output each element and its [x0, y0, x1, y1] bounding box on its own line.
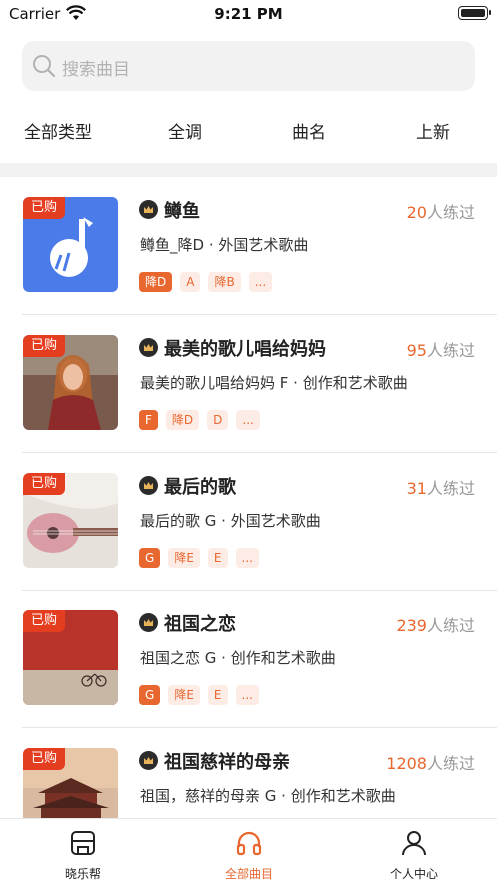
song-title: 祖国慈祥的母亲: [164, 752, 290, 773]
key-tags: G 降E E ...: [139, 685, 259, 705]
key-tag-more[interactable]: ...: [235, 685, 259, 705]
crown-icon: [139, 338, 158, 357]
search-bar[interactable]: 搜索曲目: [22, 41, 475, 91]
crown-icon: [139, 751, 158, 770]
song-title: 祖国之恋: [164, 614, 236, 635]
song-title: 最美的歌儿唱给妈妈: [164, 339, 326, 360]
song-cover: 已购: [23, 610, 118, 705]
person-icon: [402, 831, 426, 856]
song-item[interactable]: 已购 祖国之恋 239人练过 祖国之恋 G · 创作和艺术歌曲 G 降E E .…: [0, 590, 497, 728]
practice-count-number: 1208: [386, 754, 427, 773]
practice-count-number: 239: [396, 616, 427, 635]
practice-count-suffix: 人练过: [426, 203, 475, 222]
tab-label: 全部曲目: [224, 867, 273, 881]
song-item[interactable]: 已购 最后的歌 31人练过 最后的歌 G · 外国艺术歌曲 G 降E E ...: [0, 453, 497, 591]
practice-count-suffix: 人练过: [426, 754, 475, 773]
practice-count-suffix: 人练过: [426, 616, 475, 635]
tab-xiaoyuebang[interactable]: 晓乐帮: [0, 819, 166, 883]
practice-count: 239人练过: [396, 612, 475, 636]
search-placeholder: 搜索曲目: [62, 60, 130, 80]
key-tag[interactable]: F: [139, 410, 158, 430]
crown-icon: [139, 200, 158, 219]
song-cover: 已购: [23, 473, 118, 568]
clock: 9:21 PM: [214, 5, 283, 23]
purchased-badge: 已购: [23, 197, 66, 219]
key-tag[interactable]: A: [180, 272, 201, 292]
tab-profile[interactable]: 个人中心: [331, 819, 497, 883]
practice-count-number: 31: [406, 479, 427, 498]
key-tags: F 降D D ...: [139, 410, 260, 430]
key-tag-more[interactable]: ...: [248, 272, 273, 292]
purchased-badge: 已购: [23, 473, 66, 495]
practice-count: 95人练过: [407, 337, 475, 361]
filter-key[interactable]: 全调: [168, 118, 202, 143]
key-tag-more[interactable]: ...: [235, 548, 259, 568]
practice-count-number: 95: [406, 341, 427, 360]
practice-count-number: 20: [406, 203, 427, 222]
headphones-icon: [236, 831, 262, 856]
section-divider: [0, 163, 497, 177]
shop-icon: [71, 831, 95, 855]
song-cover: 已购: [23, 335, 118, 430]
key-tag-more[interactable]: ...: [236, 410, 260, 430]
practice-count: 20人练过: [407, 199, 475, 223]
purchased-badge: 已购: [23, 335, 66, 357]
crown-icon: [139, 613, 158, 632]
search-icon: [33, 55, 56, 78]
song-title: 鳟鱼: [164, 201, 200, 222]
tab-all-songs[interactable]: 全部曲目: [166, 819, 332, 883]
key-tag[interactable]: 降E: [168, 685, 200, 705]
key-tag[interactable]: 降E: [168, 548, 200, 568]
purchased-badge: 已购: [23, 610, 66, 632]
song-subtitle: 最后的歌 G · 外国艺术歌曲: [140, 512, 321, 530]
filter-name[interactable]: 曲名: [292, 118, 326, 143]
song-subtitle: 最美的歌儿唱给妈妈 F · 创作和艺术歌曲: [140, 374, 408, 392]
filter-bar: 全部类型 全调 曲名 上新: [0, 112, 497, 148]
practice-count: 31人练过: [407, 475, 475, 499]
song-subtitle: 鳟鱼_降D · 外国艺术歌曲: [140, 236, 309, 254]
song-item[interactable]: 已购 最美的歌儿唱给妈妈 95人练过 最美的歌儿唱给妈妈 F · 创作和艺术歌曲…: [0, 315, 497, 453]
song-subtitle: 祖国之恋 G · 创作和艺术歌曲: [140, 649, 336, 667]
key-tags: G 降E E ...: [139, 548, 259, 568]
practice-count-suffix: 人练过: [426, 479, 475, 498]
key-tag[interactable]: D: [207, 410, 229, 430]
key-tag[interactable]: 降B: [208, 272, 241, 292]
key-tags: 降D A 降B ...: [139, 272, 273, 292]
tab-label: 晓乐帮: [64, 867, 101, 881]
song-title: 最后的歌: [164, 477, 236, 498]
practice-count-suffix: 人练过: [426, 341, 475, 360]
key-tag[interactable]: G: [139, 548, 161, 568]
song-subtitle: 祖国，慈祥的母亲 G · 创作和艺术歌曲: [140, 787, 396, 805]
key-tag[interactable]: G: [139, 685, 161, 705]
song-cover: 已购: [23, 197, 118, 292]
practice-count: 1208人练过: [386, 750, 475, 774]
tab-bar: 晓乐帮 全部曲目 个人中心: [0, 818, 497, 883]
song-item[interactable]: 已购 鳟鱼 20人练过 鳟鱼_降D · 外国艺术歌曲 降D A 降B ...: [0, 177, 497, 315]
crown-icon: [139, 476, 158, 495]
battery-icon: [458, 6, 491, 20]
key-tag[interactable]: E: [207, 685, 228, 705]
key-tag[interactable]: E: [207, 548, 228, 568]
key-tag[interactable]: 降D: [165, 410, 200, 430]
filter-type[interactable]: 全部类型: [24, 118, 92, 143]
filter-new[interactable]: 上新: [416, 118, 450, 143]
purchased-badge: 已购: [23, 748, 66, 770]
status-bar: Carrier 9:21 PM: [0, 0, 497, 30]
key-tag[interactable]: 降D: [139, 272, 173, 292]
tab-label: 个人中心: [389, 867, 438, 881]
